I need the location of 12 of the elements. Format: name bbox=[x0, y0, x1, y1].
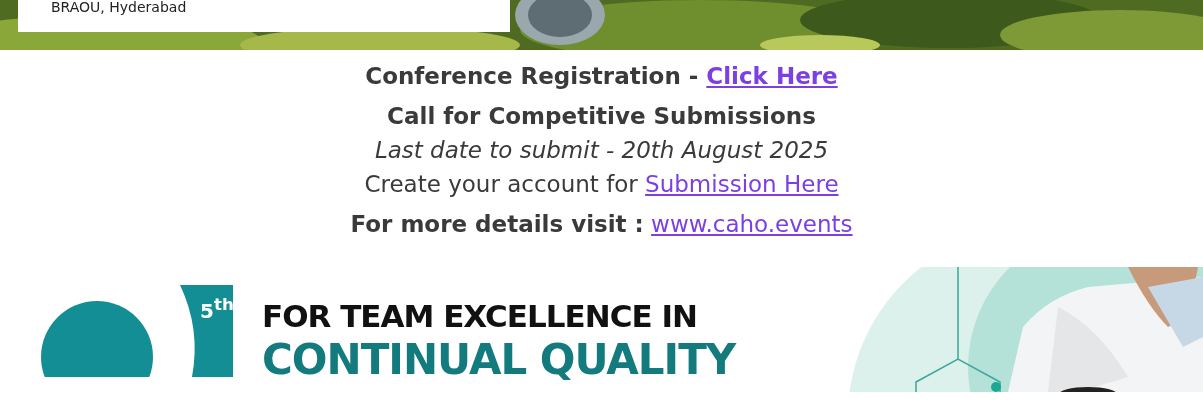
account-text: Create your account for Submission Here bbox=[364, 170, 839, 199]
registration-text: Conference Registration - Click Here bbox=[365, 62, 838, 91]
card-text: BRAOU, Hyderabad bbox=[51, 0, 187, 14]
banner-title: CONTINUAL QUALITY bbox=[262, 335, 738, 385]
submissions-title: Call for Competitive Submissions bbox=[387, 102, 816, 131]
banner-heading: FOR TEAM EXCELLENCE IN bbox=[262, 297, 698, 335]
details-text: For more details visit : bbox=[350, 211, 644, 237]
deadline-text: Last date to submit - 20th August 2025 bbox=[374, 136, 829, 165]
website-link[interactable]: www.caho.events bbox=[651, 211, 853, 237]
edition-label: 5$^{th}$ bbox=[200, 295, 234, 323]
registration-link[interactable]: Click Here bbox=[706, 63, 838, 89]
submission-link[interactable]: Submission Here bbox=[645, 171, 839, 197]
